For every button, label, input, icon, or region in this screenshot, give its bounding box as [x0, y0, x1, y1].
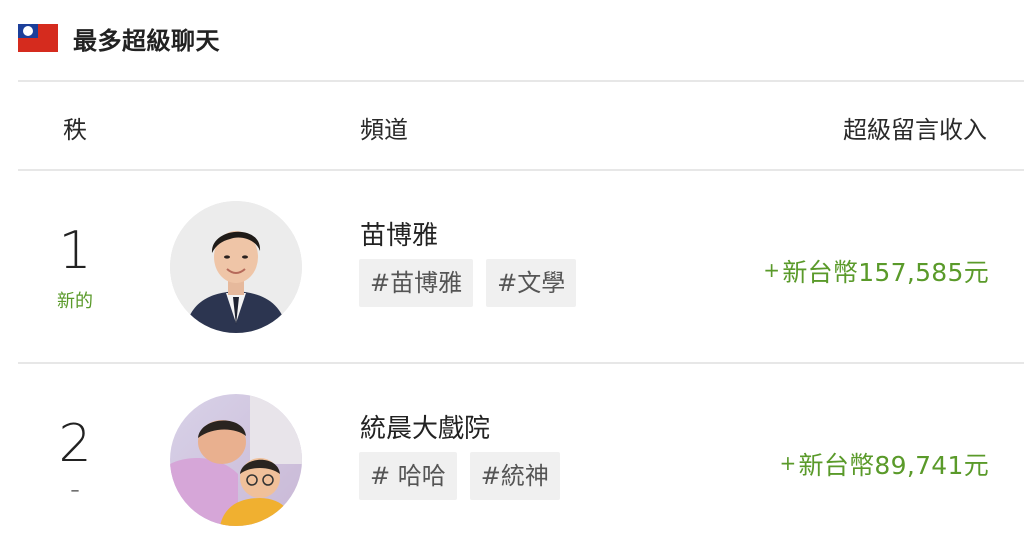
taiwan-flag-icon — [18, 24, 58, 52]
table-row[interactable]: 2 – 統晨大戲院 # 哈哈 #統神 +新台幣89,741元 — [0, 364, 1024, 552]
tag[interactable]: #苗博雅 — [359, 259, 474, 307]
income-value: +新台幣89,741元 — [779, 446, 989, 482]
plus-sign: + — [763, 258, 781, 282]
tag-list: #苗博雅 #文學 — [359, 259, 577, 307]
rank-change-label: – — [70, 480, 80, 501]
plus-sign: + — [779, 451, 797, 475]
avatar[interactable] — [170, 394, 302, 526]
tag[interactable]: #文學 — [486, 259, 577, 307]
income-amount: 新台幣89,741元 — [798, 451, 989, 480]
tag[interactable]: #統神 — [469, 452, 560, 500]
income-amount: 新台幣157,585元 — [782, 258, 989, 287]
income-value: +新台幣157,585元 — [763, 253, 989, 289]
column-header-channel: 頻道 — [360, 116, 408, 144]
rank-change-label: 新的 — [57, 291, 93, 312]
column-header-rank: 秩 — [63, 116, 87, 144]
rank-number: 2 — [58, 414, 92, 474]
divider — [18, 80, 1024, 82]
avatar[interactable] — [170, 201, 302, 333]
column-header-income: 超級留言收入 — [843, 116, 987, 144]
tag[interactable]: # 哈哈 — [359, 452, 457, 500]
channel-name[interactable]: 統晨大戲院 — [360, 408, 490, 445]
title-row: 最多超級聊天 — [18, 18, 220, 58]
table-row[interactable]: 1 新的 苗博雅 #苗博雅 #文學 +新台幣157,585元 — [0, 171, 1024, 361]
leaderboard-page: 最多超級聊天 秩 頻道 超級留言收入 1 新的 苗博雅 #苗博雅 #文學 +新台… — [0, 0, 1024, 552]
tag-list: # 哈哈 #統神 — [359, 452, 560, 500]
rank-number: 1 — [58, 221, 92, 281]
channel-name[interactable]: 苗博雅 — [360, 215, 438, 252]
page-title: 最多超級聊天 — [73, 26, 220, 55]
